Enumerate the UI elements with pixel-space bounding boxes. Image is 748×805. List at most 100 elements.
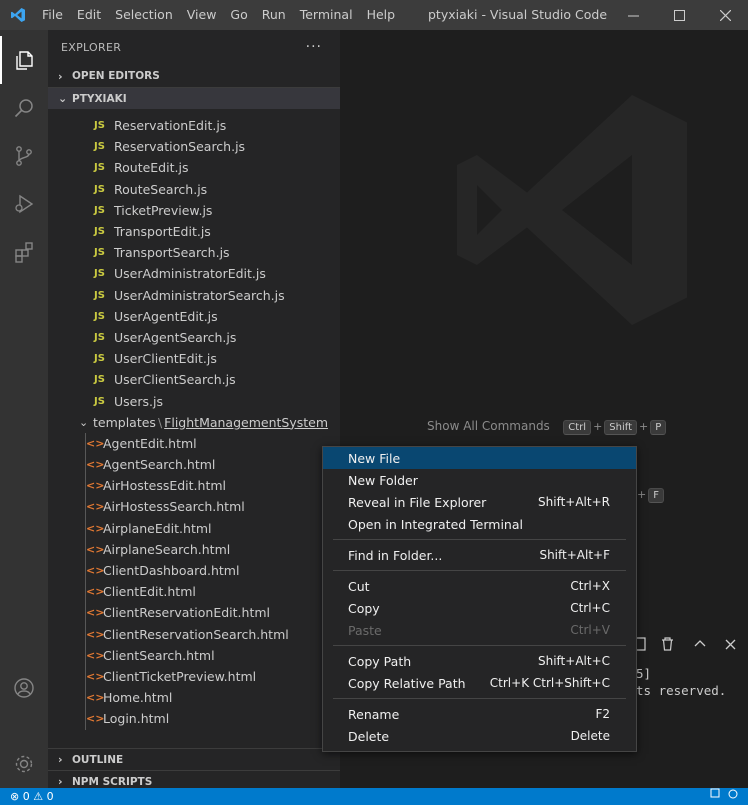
menu-separator — [333, 570, 626, 571]
js-file-item[interactable]: JS UserClientEdit.js — [48, 348, 340, 369]
file-name: AirHostessEdit.html — [103, 478, 226, 494]
file-tree: JS ReservationEdit.js JS ReservationSearch.… — [48, 109, 340, 730]
status-right-icons[interactable] — [710, 788, 738, 805]
menu-view[interactable]: View — [180, 0, 224, 30]
menu-item-copy-path[interactable]: Copy Path Shift+Alt+C — [323, 650, 636, 672]
close-panel-icon[interactable] — [725, 637, 736, 655]
chevron-right-icon: › — [58, 753, 63, 766]
minimize-button[interactable] — [610, 0, 656, 30]
explorer-icon[interactable] — [0, 36, 48, 84]
menu-help[interactable]: Help — [360, 0, 403, 30]
problems-status[interactable]: ⊗ 0 ⚠ 0 — [0, 790, 54, 803]
account-icon[interactable] — [0, 664, 48, 712]
menu-item-open-in-integrated-terminal[interactable]: Open in Integrated Terminal — [323, 513, 636, 535]
indent-guide — [85, 432, 86, 730]
menu-item-rename[interactable]: Rename F2 — [323, 703, 636, 725]
html-file-item[interactable]: <> AirHostessEdit.html — [48, 475, 340, 496]
menu-item-label: Find in Folder... — [348, 547, 443, 563]
js-file-item[interactable]: JS UserClientSearch.js — [48, 369, 340, 390]
html-file-icon: <> — [86, 712, 105, 726]
menu-item-delete[interactable]: Delete Delete — [323, 725, 636, 747]
menu-item-paste: Paste Ctrl+V — [323, 619, 636, 641]
menu-item-cut[interactable]: Cut Ctrl+X — [323, 575, 636, 597]
menu-item-label: Copy Path — [348, 653, 412, 669]
js-file-item[interactable]: JS ReservationSearch.js — [48, 136, 340, 157]
file-name: UserAgentEdit.js — [114, 308, 218, 324]
outline-section[interactable]: › OUTLINE — [48, 748, 340, 770]
file-name: UserAgentSearch.js — [114, 329, 237, 345]
close-button[interactable] — [702, 0, 748, 30]
js-file-item[interactable]: JS Users.js — [48, 390, 340, 411]
js-file-item[interactable]: JS UserAdministratorSearch.js — [48, 285, 340, 306]
js-file-item[interactable]: JS TransportSearch.js — [48, 242, 340, 263]
activity-bar — [0, 30, 48, 788]
file-name: ReservationSearch.js — [114, 139, 246, 155]
html-file-item[interactable]: <> ClientEdit.html — [48, 581, 340, 602]
menu-file[interactable]: File — [35, 0, 70, 30]
menu-bar: File Edit Selection View Go Run Terminal… — [35, 0, 402, 30]
window-title: ptyxiaki - Visual Studio Code — [428, 7, 608, 22]
html-file-icon: <> — [86, 606, 105, 620]
html-file-item[interactable]: <> ClientTicketPreview.html — [48, 666, 340, 687]
open-editors-section[interactable]: › OPEN EDITORS — [48, 65, 340, 87]
js-file-item[interactable]: JS UserAgentSearch.js — [48, 327, 340, 348]
menu-go[interactable]: Go — [223, 0, 254, 30]
extensions-icon[interactable] — [0, 228, 48, 276]
gear-icon[interactable] — [0, 740, 48, 788]
chevron-up-icon[interactable] — [694, 637, 706, 655]
menu-terminal[interactable]: Terminal — [293, 0, 360, 30]
html-file-icon: <> — [86, 500, 105, 514]
html-file-list: <> AgentEdit.html <> AgentSearch.html <> AirH… — [48, 432, 340, 730]
html-file-item[interactable]: <> ClientReservationSearch.html — [48, 624, 340, 645]
chevron-right-icon: › — [58, 775, 63, 788]
js-file-item[interactable]: JS TicketPreview.js — [48, 200, 340, 221]
menu-selection[interactable]: Selection — [108, 0, 180, 30]
js-file-item[interactable]: JS RouteSearch.js — [48, 179, 340, 200]
search-icon[interactable] — [0, 84, 48, 132]
file-name: AgentSearch.html — [103, 457, 216, 473]
terminal-line-2: ts reserved. — [636, 683, 727, 698]
menu-item-new-folder[interactable]: New Folder — [323, 469, 636, 491]
js-file-item[interactable]: JS UserAgentEdit.js — [48, 306, 340, 327]
menu-item-copy[interactable]: Copy Ctrl+C — [323, 597, 636, 619]
html-file-item[interactable]: <> AirplaneEdit.html — [48, 518, 340, 539]
templates-folder[interactable]: ⌄ templates \ FlightManagementSystem — [48, 412, 340, 433]
html-file-icon: <> — [86, 669, 105, 683]
trash-icon[interactable] — [661, 637, 674, 655]
js-file-icon: JS — [94, 353, 105, 365]
html-file-item[interactable]: <> AirHostessSearch.html — [48, 496, 340, 517]
html-file-item[interactable]: <> ClientDashboard.html — [48, 560, 340, 581]
file-name: RouteSearch.js — [114, 181, 208, 197]
project-section[interactable]: ⌄ PTYXIAKI — [48, 87, 340, 109]
html-file-item[interactable]: <> AirplaneSearch.html — [48, 539, 340, 560]
js-file-item[interactable]: JS ReservationEdit.js — [48, 115, 340, 136]
html-file-item[interactable]: <> ClientSearch.html — [48, 645, 340, 666]
html-file-item[interactable]: <> Login.html — [48, 708, 340, 729]
js-file-item[interactable]: JS RouteEdit.js — [48, 157, 340, 178]
js-file-item[interactable]: JS UserAdministratorEdit.js — [48, 263, 340, 284]
menu-run[interactable]: Run — [255, 0, 293, 30]
menu-item-find-in-folder[interactable]: Find in Folder... Shift+Alt+F — [323, 544, 636, 566]
menu-edit[interactable]: Edit — [70, 0, 108, 30]
html-file-item[interactable]: <> Home.html — [48, 687, 340, 708]
hint-label: Show All Commands — [427, 419, 550, 433]
menu-item-new-file[interactable]: New File — [323, 447, 636, 469]
js-file-item[interactable]: JS TransportEdit.js — [48, 221, 340, 242]
html-file-item[interactable]: <> AgentSearch.html — [48, 454, 340, 475]
menu-item-label: Copy Relative Path — [348, 675, 466, 691]
menu-item-copy-relative-path[interactable]: Copy Relative Path Ctrl+K Ctrl+Shift+C — [323, 672, 636, 694]
run-debug-icon[interactable] — [0, 180, 48, 228]
key-p: P — [650, 420, 667, 435]
html-file-item[interactable]: <> AgentEdit.html — [48, 433, 340, 454]
html-file-icon: <> — [86, 521, 105, 535]
source-control-icon[interactable] — [0, 132, 48, 180]
menu-item-shortcut: Ctrl+V — [570, 623, 610, 637]
html-file-item[interactable]: <> ClientReservationEdit.html — [48, 602, 340, 623]
menu-item-reveal-in-file-explorer[interactable]: Reveal in File Explorer Shift+Alt+R — [323, 491, 636, 513]
js-file-icon: JS — [94, 204, 105, 216]
folder-separator: \ — [157, 414, 163, 430]
more-actions-icon[interactable]: ··· — [306, 39, 322, 55]
explorer-sidebar: EXPLORER ··· › OPEN EDITORS ⌄ PTYXIAKI J… — [48, 30, 340, 788]
file-name: AirHostessSearch.html — [103, 499, 245, 515]
maximize-button[interactable] — [656, 0, 702, 30]
